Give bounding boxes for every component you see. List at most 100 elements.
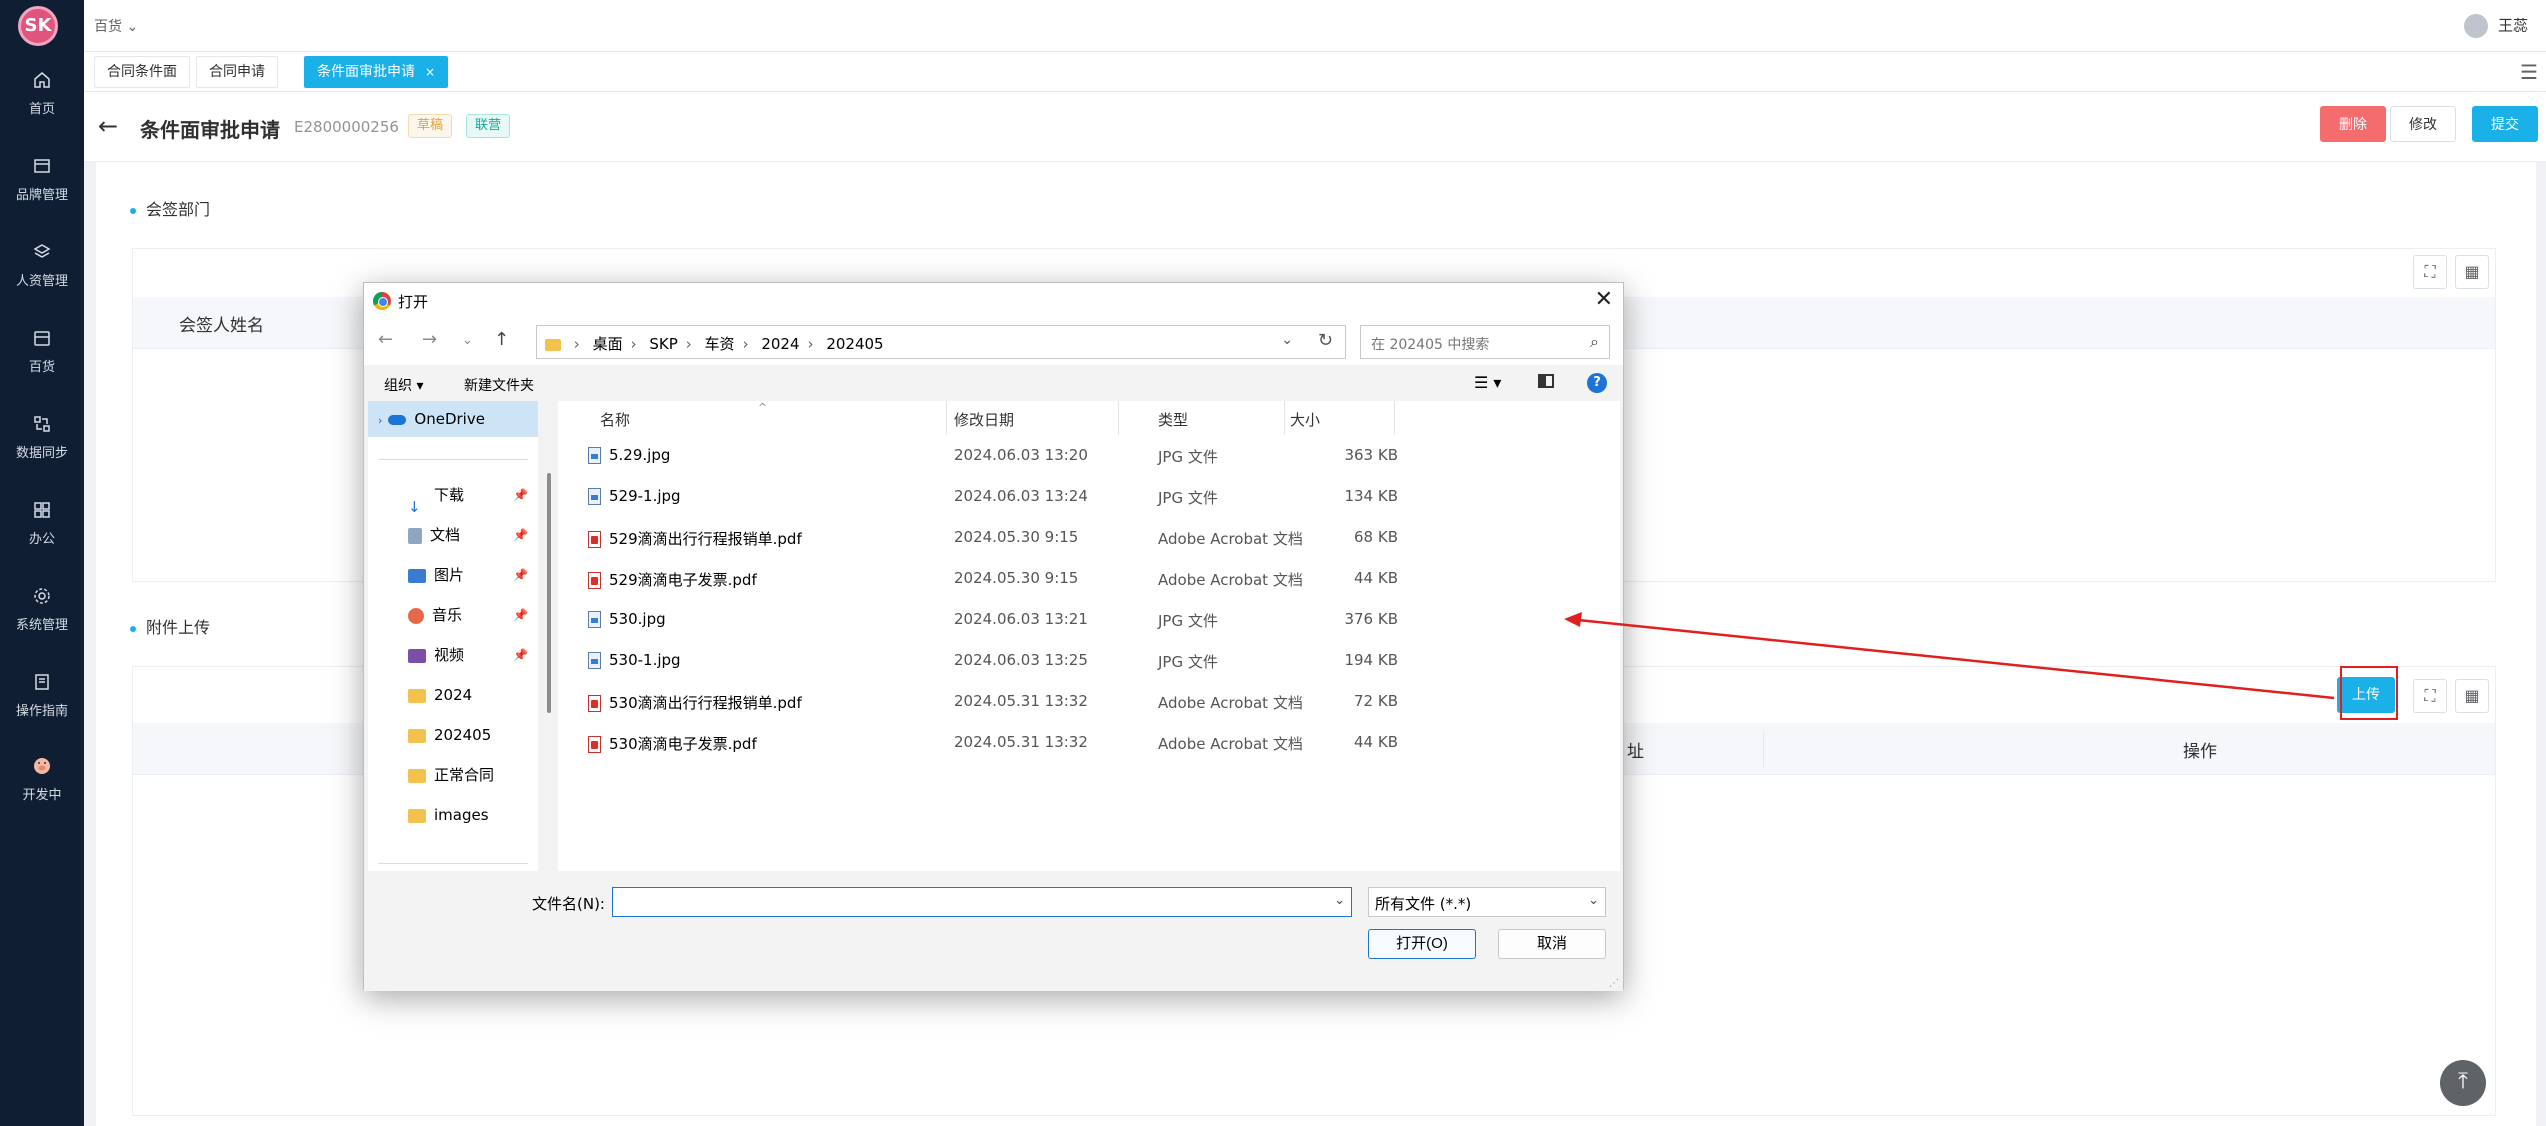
- file-type: Adobe Acrobat 文档: [1158, 571, 1303, 589]
- search-icon: ⌕: [1590, 332, 1599, 351]
- column-header-name[interactable]: 名称: [600, 409, 630, 430]
- column-divider[interactable]: [946, 401, 947, 435]
- scrollbar-thumb[interactable]: [547, 473, 551, 713]
- cancel-button[interactable]: 取消: [1498, 929, 1606, 959]
- sidebar-item-label: 开发中: [22, 788, 62, 803]
- chevron-down-icon[interactable]: ⌄: [462, 333, 473, 348]
- file-list: 名称 ^ 修改日期 类型 大小 5.29.jpg 2024.06.03 13:20…: [558, 401, 1620, 871]
- open-button[interactable]: 打开(O): [1368, 929, 1476, 959]
- new-folder-button[interactable]: 新建文件夹: [464, 375, 534, 395]
- module-switcher[interactable]: 百货 ⌄: [94, 16, 138, 36]
- fullscreen-icon[interactable]: ⛶: [2413, 255, 2447, 289]
- edit-button[interactable]: 修改: [2390, 106, 2456, 142]
- tab-contract-terms[interactable]: 合同条件面: [94, 56, 190, 88]
- nav-item-folder-images[interactable]: images: [368, 797, 538, 833]
- sidebar-item-home[interactable]: 首页: [0, 62, 84, 132]
- close-icon[interactable]: ✕: [1595, 287, 1613, 312]
- breadcrumb-item[interactable]: 202405: [826, 335, 883, 353]
- nav-item-videos[interactable]: 视频 📌: [368, 637, 538, 673]
- preview-pane-icon[interactable]: [1538, 374, 1554, 392]
- back-to-top-button[interactable]: ⤒: [2440, 1060, 2486, 1106]
- tab-contract-apply[interactable]: 合同申请: [196, 56, 278, 88]
- tab-terms-approval[interactable]: 条件面审批申请 ×: [304, 56, 449, 88]
- pin-icon[interactable]: 📌: [513, 477, 528, 513]
- filetype-select[interactable]: 所有文件 (*.*) ⌄: [1368, 887, 1606, 917]
- upload-button[interactable]: 上传: [2337, 677, 2395, 713]
- image-file-icon: [588, 447, 601, 464]
- file-row[interactable]: 530滴滴出行行程报销单.pdf 2024.05.31 13:32 Adobe Ac…: [558, 681, 1418, 721]
- nav-item-documents[interactable]: 文档 📌: [368, 517, 538, 553]
- filename-field[interactable]: ⌄: [612, 887, 1352, 917]
- file-row[interactable]: 529滴滴出行行程报销单.pdf 2024.05.30 9:15 Adobe Acr…: [558, 517, 1418, 557]
- column-header-type[interactable]: 类型: [1158, 409, 1188, 430]
- column-divider[interactable]: [1284, 401, 1285, 435]
- sidebar-item-sync[interactable]: 数据同步: [0, 406, 84, 476]
- search-placeholder: 在 202405 中搜索: [1371, 337, 1490, 353]
- column-divider[interactable]: [1118, 401, 1119, 435]
- file-size: 363 KB: [1344, 446, 1398, 464]
- submit-button[interactable]: 提交: [2472, 106, 2538, 142]
- columns-icon[interactable]: ▦: [2455, 679, 2489, 713]
- breadcrumb-item[interactable]: 桌面: [593, 335, 623, 353]
- user-menu[interactable]: 王蕊: [2463, 14, 2528, 38]
- chevron-down-icon[interactable]: ⌄: [1281, 332, 1293, 348]
- sidebar-item-hr[interactable]: 人资管理: [0, 234, 84, 304]
- app-logo[interactable]: SK: [18, 6, 58, 46]
- nav-item-onedrive[interactable]: › OneDrive: [368, 401, 538, 437]
- music-icon: [408, 607, 424, 624]
- pin-icon[interactable]: 📌: [513, 557, 528, 593]
- delete-button[interactable]: 删除: [2320, 106, 2386, 142]
- close-icon[interactable]: ×: [425, 65, 435, 79]
- sidebar-item-brand[interactable]: 品牌管理: [0, 148, 84, 218]
- nav-item-pictures[interactable]: 图片 📌: [368, 557, 538, 593]
- view-options-icon[interactable]: ☰ ▾: [1474, 373, 1501, 392]
- address-bar[interactable]: › 桌面 › SKP › 车资 › 2024 › 202405 ⌄ ↻: [536, 325, 1346, 359]
- pin-icon[interactable]: 📌: [513, 637, 528, 673]
- video-icon: [408, 648, 426, 663]
- sidebar-item-dev[interactable]: 开发中: [0, 748, 84, 818]
- breadcrumb-item[interactable]: 2024: [761, 335, 799, 353]
- column-divider[interactable]: [1394, 401, 1395, 435]
- sidebar-item-store[interactable]: 百货: [0, 320, 84, 390]
- file-row[interactable]: 5.29.jpg 2024.06.03 13:20 JPG 文件 363 KB: [558, 435, 1418, 475]
- nav-item-folder-202405[interactable]: 202405: [368, 717, 538, 753]
- file-name-cell: 530滴滴出行行程报销单.pdf: [588, 692, 802, 713]
- pane-scrollbar[interactable]: [544, 401, 554, 871]
- file-row[interactable]: 529-1.jpg 2024.06.03 13:24 JPG 文件 134 KB: [558, 476, 1418, 516]
- fullscreen-icon[interactable]: ⛶: [2413, 679, 2447, 713]
- resize-grip-icon[interactable]: ⋰: [1609, 978, 1619, 989]
- columns-icon[interactable]: ▦: [2455, 255, 2489, 289]
- refresh-icon[interactable]: ↻: [1318, 330, 1333, 351]
- nav-item-folder-2024[interactable]: 2024: [368, 677, 538, 713]
- nav-item-folder-normal-contract[interactable]: 正常合同: [368, 757, 538, 793]
- sidebar-item-office[interactable]: 办公: [0, 492, 84, 562]
- sidebar-item-system[interactable]: 系统管理: [0, 578, 84, 648]
- back-arrow-icon[interactable]: ←: [98, 112, 118, 140]
- back-arrow-icon[interactable]: ←: [378, 329, 393, 350]
- file-row[interactable]: 530-1.jpg 2024.06.03 13:25 JPG 文件 194 KB: [558, 640, 1418, 680]
- nav-item-downloads[interactable]: ↓ 下载 📌: [368, 477, 538, 516]
- forward-arrow-icon[interactable]: →: [422, 329, 437, 350]
- gear-icon: [34, 588, 50, 604]
- help-icon[interactable]: ?: [1587, 373, 1607, 393]
- column-header-size[interactable]: 大小: [1290, 409, 1320, 430]
- pin-icon[interactable]: 📌: [513, 517, 528, 553]
- file-row[interactable]: 530.jpg 2024.06.03 13:21 JPG 文件 376 KB: [558, 599, 1418, 639]
- organize-menu[interactable]: 组织 ▾: [384, 375, 423, 395]
- file-row[interactable]: 529滴滴电子发票.pdf 2024.05.30 9:15 Adobe Acroba…: [558, 558, 1418, 598]
- filename-input[interactable]: [617, 891, 1317, 913]
- chevron-down-icon[interactable]: ⌄: [1334, 893, 1345, 908]
- breadcrumb-item[interactable]: SKP: [649, 335, 677, 353]
- hamburger-icon[interactable]: ☰: [2520, 60, 2538, 84]
- sidebar-item-guide[interactable]: 操作指南: [0, 664, 84, 734]
- folder-icon: [545, 338, 561, 351]
- breadcrumb-item[interactable]: 车资: [705, 335, 735, 353]
- file-date: 2024.06.03 13:24: [954, 487, 1088, 505]
- pin-icon[interactable]: 📌: [513, 597, 528, 633]
- up-arrow-icon[interactable]: ↑: [494, 329, 509, 350]
- nav-item-music[interactable]: 音乐 📌: [368, 597, 538, 633]
- column-header-date[interactable]: 修改日期: [954, 409, 1014, 430]
- chevron-down-icon[interactable]: ⌄: [1588, 893, 1599, 908]
- search-input[interactable]: 在 202405 中搜索 ⌕: [1360, 325, 1610, 359]
- file-row[interactable]: 530滴滴电子发票.pdf 2024.05.31 13:32 Adobe Acrob…: [558, 722, 1418, 762]
